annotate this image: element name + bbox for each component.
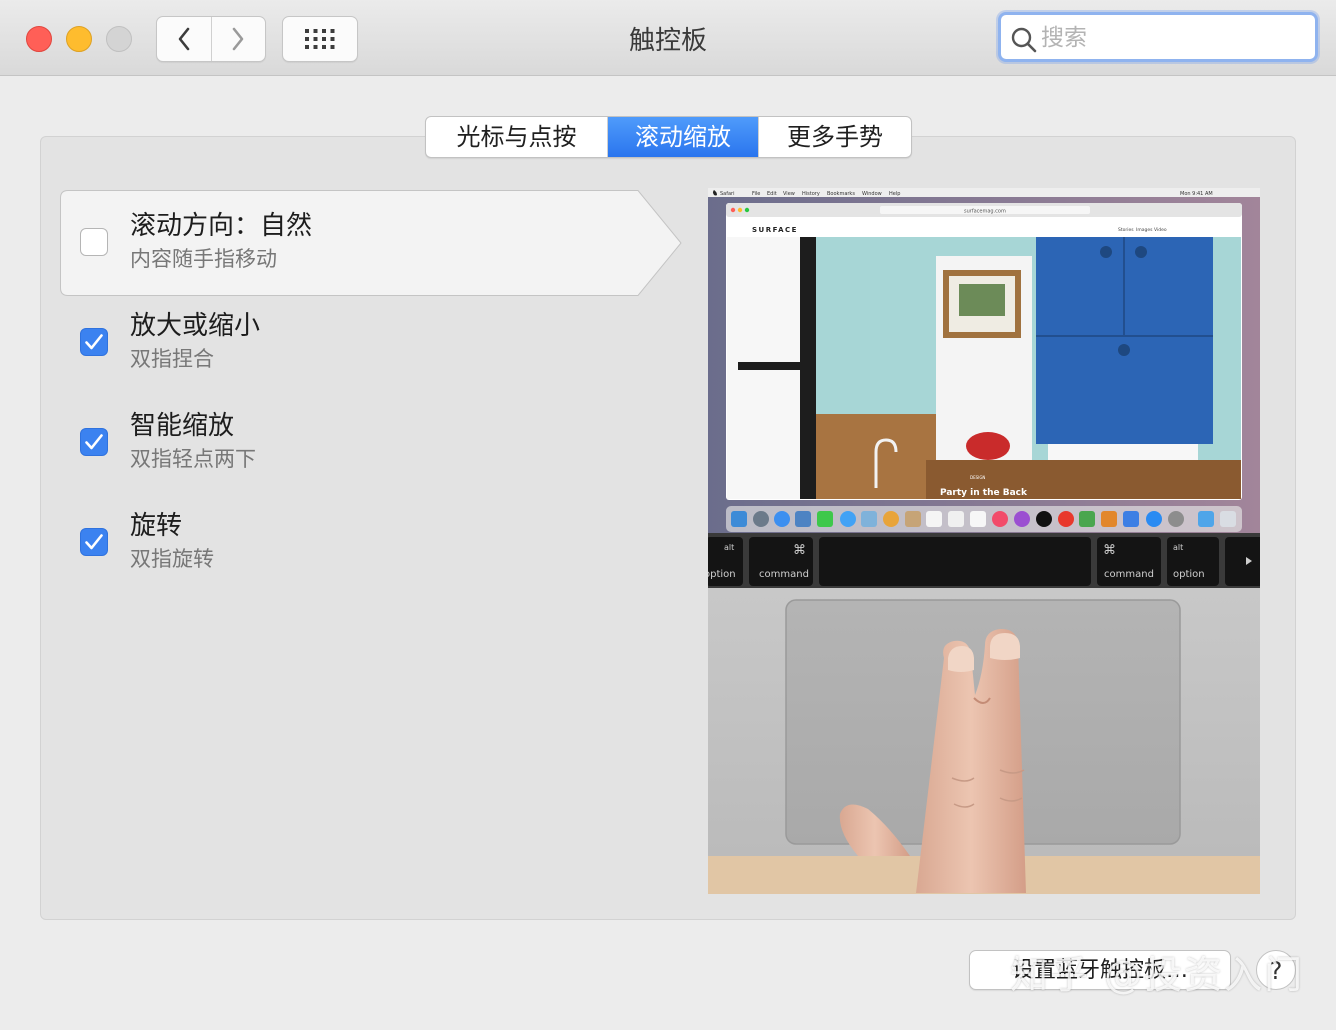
watermark: 知乎 @投资入门 [1010,953,1305,997]
menubar-item: File [752,191,760,197]
key-label: option [708,569,736,580]
key-label: alt [1173,543,1183,552]
key-label: option [1173,569,1205,580]
navigation-buttons [156,16,266,62]
menubar-item: Help [889,191,900,197]
tab-scroll-and-zoom[interactable]: 滚动缩放 [607,117,758,157]
site-nav-item: Stories [1118,227,1134,233]
site-nav-item: Video [1154,227,1167,233]
menubar-item: Window [862,191,882,197]
key-label: alt [724,543,734,552]
tab-more-gestures[interactable]: 更多手势 [758,117,911,157]
close-window-button[interactable] [26,26,52,52]
menubar-clock: Mon 9:41 AM [1180,191,1213,197]
key-label: ⌘ [1103,543,1116,558]
option-title: 滚动方向：自然 [130,211,313,241]
option-title: 放大或缩小 [130,311,261,341]
minimize-window-button[interactable] [66,26,92,52]
option-subtitle: 双指旋转 [130,547,214,571]
chevron-left-icon [178,27,190,51]
option-zoom-in-out[interactable]: 放大或缩小 双指捏合 [80,303,640,383]
zoom-window-button[interactable] [106,26,132,52]
photo-caption-category: DESIGN [970,475,985,480]
rotate-checkbox[interactable] [80,528,108,556]
menubar-app: Safari [720,191,735,197]
option-subtitle: 双指捏合 [130,347,214,371]
key-label: command [1104,569,1154,580]
forward-button[interactable] [210,17,266,61]
smart-zoom-checkbox[interactable] [80,428,108,456]
safari-url: surfacemag.com [964,209,1006,215]
zoom-in-out-checkbox[interactable] [80,328,108,356]
title-bar: 触控板 [0,0,1336,76]
menubar-item: Bookmarks [827,191,855,197]
tab-bar: 光标与点按 滚动缩放 更多手势 [425,116,912,158]
option-subtitle: 双指轻点两下 [130,447,256,471]
checkmark-icon [85,434,103,450]
chevron-right-icon [232,27,244,51]
search-box[interactable] [998,12,1318,62]
option-title: 智能缩放 [130,411,235,441]
checkmark-icon [85,534,103,550]
tab-point-and-click[interactable]: 光标与点按 [426,117,607,157]
search-icon [1011,27,1037,53]
search-input[interactable] [1039,21,1311,55]
checkmark-icon [85,334,103,350]
menubar-item: View [783,191,795,197]
window-title: 触控板 [628,26,707,56]
gesture-preview-video: Safari File Edit View History Bookmarks … [708,188,1260,894]
key-label: command [759,569,809,580]
option-scroll-direction[interactable]: 滚动方向：自然 内容随手指移动 [80,203,640,283]
scroll-direction-checkbox[interactable] [80,228,108,256]
grid-icon [305,29,335,49]
back-button[interactable] [157,17,211,61]
option-rotate[interactable]: 旋转 双指旋转 [80,503,640,583]
photo-caption: Party in the Back [940,488,1028,498]
option-smart-zoom[interactable]: 智能缩放 双指轻点两下 [80,403,640,483]
option-subtitle: 内容随手指移动 [130,247,277,271]
show-all-button[interactable] [282,16,358,62]
key-label: ⌘ [793,543,806,558]
menubar-item: History [802,191,820,197]
site-nav-item: Images [1136,227,1153,233]
menubar-item: Edit [767,191,777,197]
site-logo: SURFACE [752,226,798,234]
option-title: 旋转 [130,511,183,541]
